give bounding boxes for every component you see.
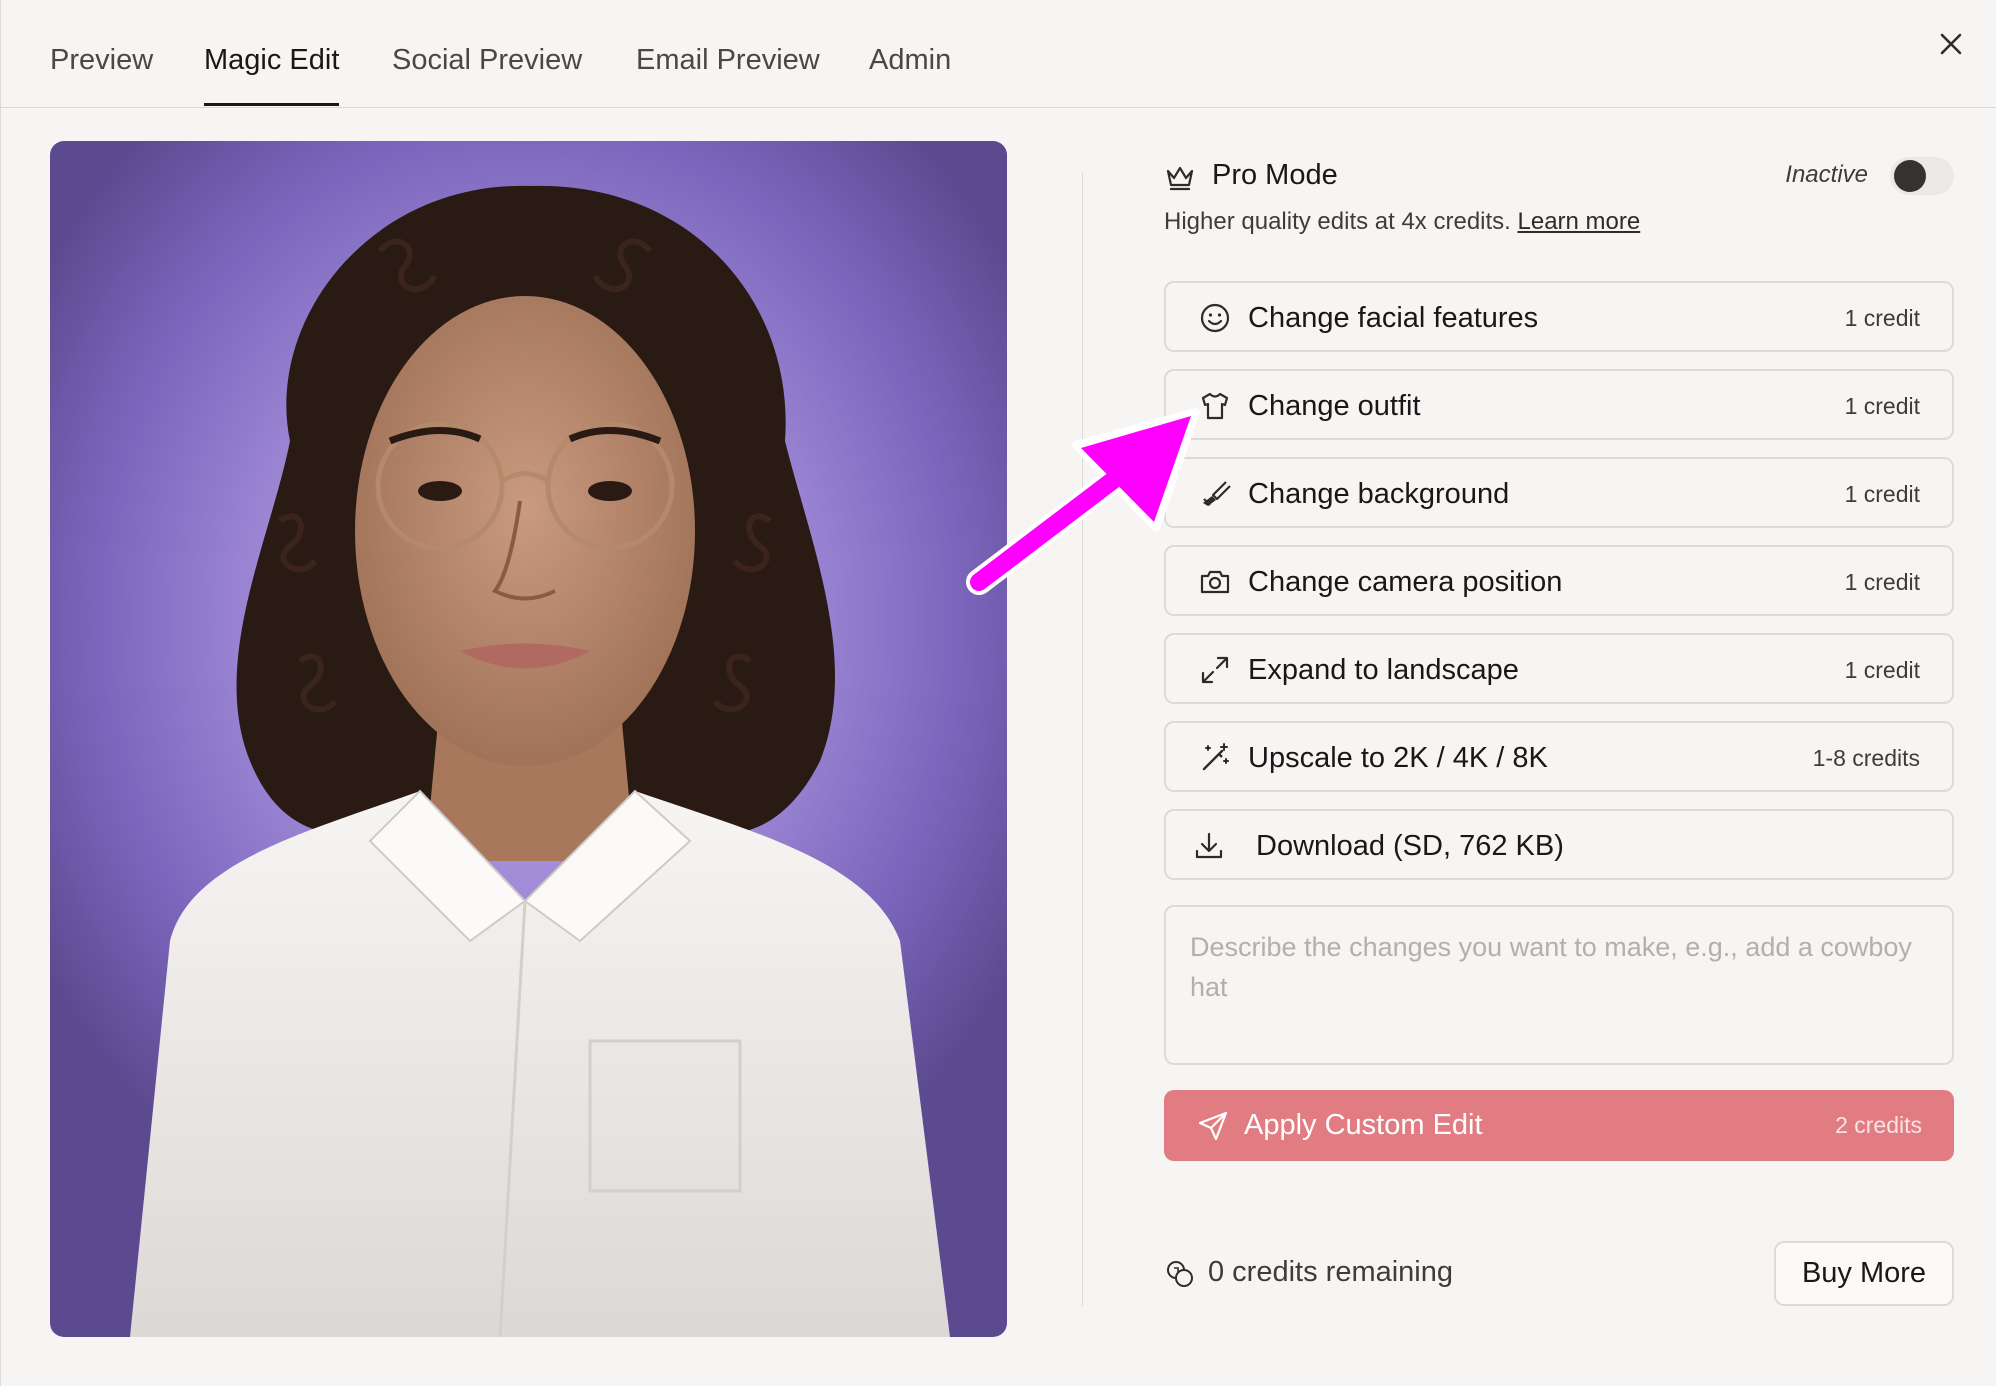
close-icon [1940, 33, 1962, 55]
option-credits: 1-8 credits [1812, 745, 1920, 771]
tab-social-preview[interactable]: Social Preview [392, 44, 582, 106]
buy-more-button[interactable]: Buy More [1774, 1241, 1954, 1306]
send-icon [1198, 1111, 1228, 1141]
credits-remaining-text: 0 credits remaining [1208, 1256, 1453, 1288]
pro-mode-row: Pro Mode Inactive [1164, 157, 1954, 197]
change-outfit-button[interactable]: Change outfit 1 credit [1164, 369, 1954, 440]
upscale-button[interactable]: Upscale to 2K / 4K / 8K 1-8 credits [1164, 721, 1954, 792]
option-credits: 1 credit [1844, 393, 1920, 419]
learn-more-link[interactable]: Learn more [1518, 208, 1641, 235]
tab-magic-edit[interactable]: Magic Edit [204, 44, 340, 106]
apply-label: Apply Custom Edit [1244, 1109, 1483, 1141]
tab-admin[interactable]: Admin [869, 44, 951, 106]
option-label: Change background [1248, 478, 1510, 510]
pro-mode-toggle[interactable] [1890, 157, 1954, 195]
expand-icon [1201, 656, 1229, 684]
change-camera-position-button[interactable]: Change camera position 1 credit [1164, 545, 1954, 616]
magic-edit-dialog: Preview Magic Edit Social Preview Email … [0, 0, 1996, 1386]
pro-mode-status: Inactive [1785, 161, 1868, 188]
option-label: Expand to landscape [1248, 654, 1519, 686]
coins-icon [1167, 1261, 1193, 1287]
portrait-photo [50, 141, 1007, 1337]
option-label: Change camera position [1248, 566, 1563, 598]
toggle-knob [1894, 160, 1926, 192]
tab-bar: Preview Magic Edit Social Preview Email … [1, 0, 1996, 108]
download-button[interactable]: Download (SD, 762 KB) [1164, 809, 1954, 880]
tab-email-preview[interactable]: Email Preview [636, 44, 820, 106]
crown-icon [1166, 166, 1194, 191]
change-background-button[interactable]: Change background 1 credit [1164, 457, 1954, 528]
apply-custom-edit-button[interactable]: Apply Custom Edit 2 credits [1164, 1090, 1954, 1161]
apply-credits: 2 credits [1835, 1112, 1922, 1138]
option-label: Change outfit [1248, 390, 1421, 422]
option-credits: 1 credit [1844, 305, 1920, 331]
download-icon [1195, 832, 1223, 859]
portrait-illustration [130, 185, 950, 1337]
option-credits: 1 credit [1844, 657, 1920, 683]
tab-preview[interactable]: Preview [50, 44, 153, 106]
option-label: Change facial features [1248, 302, 1539, 334]
close-button[interactable] [1931, 24, 1971, 64]
smile-icon [1200, 303, 1230, 333]
option-label: Upscale to 2K / 4K / 8K [1248, 742, 1548, 774]
paintbrush-icon [1203, 481, 1231, 506]
option-credits: 1 credit [1844, 481, 1920, 507]
magic-wand-icon [1202, 743, 1229, 771]
pro-mode-subtitle: Higher quality edits at 4x credits. [1164, 208, 1511, 235]
change-facial-features-button[interactable]: Change facial features 1 credit [1164, 281, 1954, 352]
shirt-icon [1201, 392, 1229, 420]
pro-mode-description: Higher quality edits at 4x credits. Lear… [1164, 208, 1640, 236]
option-label: Download (SD, 762 KB) [1256, 830, 1564, 862]
custom-edit-prompt[interactable] [1164, 905, 1954, 1065]
panel-divider [1082, 172, 1083, 1306]
pro-mode-title: Pro Mode [1212, 159, 1338, 191]
camera-icon [1200, 570, 1230, 594]
option-credits: 1 credit [1844, 569, 1920, 595]
expand-to-landscape-button[interactable]: Expand to landscape 1 credit [1164, 633, 1954, 704]
